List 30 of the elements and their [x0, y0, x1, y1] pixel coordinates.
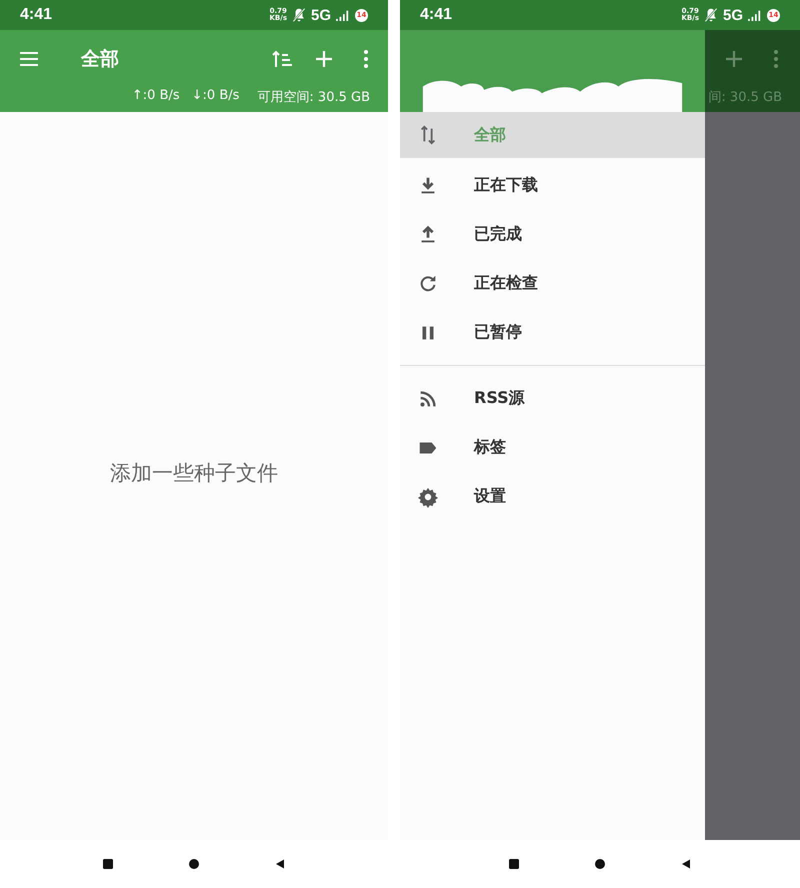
empty-message: 添加一些种子文件: [110, 460, 278, 486]
network-type: 5G: [310, 6, 331, 24]
muted-bell-icon: [704, 8, 718, 22]
more-icon: [774, 50, 778, 68]
download-speed: ↓:0 B/s: [192, 88, 240, 105]
back-icon[interactable]: [681, 859, 691, 869]
drawer-item[interactable]: 设置: [400, 472, 705, 521]
muted-bell-icon: [292, 8, 306, 22]
drawer-item[interactable]: 正在检查: [400, 259, 705, 308]
back-icon[interactable]: [275, 859, 285, 869]
free-space: 可用空间: 30.5 GB: [257, 89, 370, 106]
clock-time: 4:41: [20, 6, 52, 24]
network-type: 5G: [722, 6, 743, 24]
more-icon[interactable]: [364, 50, 368, 68]
screen-title: 全部: [81, 47, 119, 72]
drawer-item[interactable]: 已暂停: [400, 308, 705, 357]
drawer-item[interactable]: 标签: [400, 423, 705, 472]
clock-time: 4:41: [420, 6, 452, 24]
circle-icon[interactable]: [595, 859, 605, 869]
circle-icon[interactable]: [189, 859, 199, 869]
upload-speed: ↑:0 B/s: [132, 88, 180, 105]
signal-icon: [748, 10, 762, 20]
free-space: 间: 30.5 GB: [708, 89, 783, 106]
square-icon[interactable]: [509, 859, 519, 869]
square-icon[interactable]: [103, 859, 113, 869]
drawer-item[interactable]: RSS源: [400, 374, 705, 423]
drawer-item[interactable]: 已完成: [400, 210, 705, 259]
drawer-item[interactable]: 正在下载: [400, 161, 705, 210]
settings-icon: [417, 486, 439, 508]
signal-icon: [336, 10, 350, 20]
